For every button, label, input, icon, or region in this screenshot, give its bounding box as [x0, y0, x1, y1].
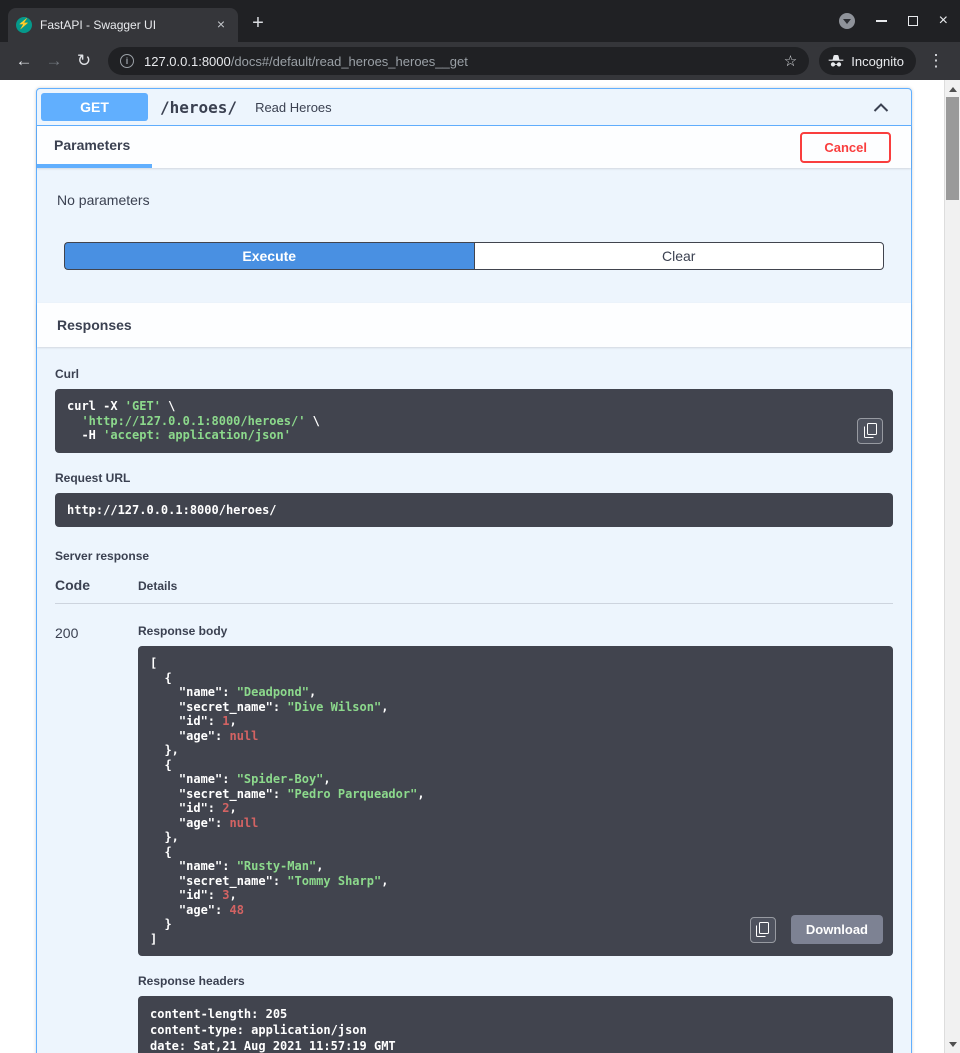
copy-response-body-icon[interactable] [750, 917, 776, 943]
browser-update-icon[interactable] [839, 13, 855, 29]
response-body-actions: Download [750, 915, 883, 944]
execute-wrapper: Execute Clear [37, 208, 911, 303]
bookmark-star-icon[interactable]: ☆ [784, 52, 797, 70]
site-info-icon[interactable]: i [120, 54, 134, 68]
tab-strip: ⚡ FastAPI - Swagger UI × + × [0, 0, 960, 42]
tab-title: FastAPI - Swagger UI [40, 18, 204, 32]
window-controls: × [839, 0, 948, 42]
server-response-table: Code Details 200 Response body [ { "name… [55, 577, 893, 1053]
reload-icon[interactable]: ↻ [70, 47, 98, 75]
response-headers-label: Response headers [138, 974, 893, 988]
incognito-icon [828, 54, 844, 68]
curl-wrap: curl -X 'GET' \ 'http://127.0.0.1:8000/h… [55, 389, 893, 453]
details-column-header: Details [138, 577, 177, 593]
operation-path: /heroes/ [160, 98, 237, 117]
response-headers-block: content-length: 205content-type: applica… [138, 996, 893, 1053]
curl-label: Curl [55, 367, 893, 381]
request-url-block: http://127.0.0.1:8000/heroes/ [55, 493, 893, 528]
cancel-button[interactable]: Cancel [800, 132, 891, 163]
request-url-label: Request URL [55, 471, 893, 485]
curl-command-block: curl -X 'GET' \ 'http://127.0.0.1:8000/h… [55, 389, 893, 453]
page: GET /heroes/ Read Heroes Parameters Canc… [0, 80, 960, 1053]
url-host: 127.0.0.1:8000 [144, 54, 231, 69]
back-icon[interactable]: ← [10, 47, 38, 75]
clear-button[interactable]: Clear [474, 242, 885, 270]
code-column-header: Code [55, 577, 138, 593]
execute-button[interactable]: Execute [64, 242, 474, 270]
operation-block-get-heroes: GET /heroes/ Read Heroes Parameters Canc… [36, 88, 912, 1053]
collapse-chevron-icon[interactable] [869, 96, 893, 119]
menu-icon[interactable]: ⋮ [922, 47, 950, 75]
responses-title: Responses [57, 317, 132, 333]
fastapi-favicon-icon: ⚡ [16, 17, 32, 33]
copy-curl-icon[interactable] [857, 418, 883, 444]
no-parameters-text: No parameters [37, 168, 911, 208]
operation-summary-text: Read Heroes [255, 100, 332, 115]
http-method-badge: GET [41, 93, 148, 121]
browser-tab[interactable]: ⚡ FastAPI - Swagger UI × [8, 8, 238, 42]
response-table-header: Code Details [55, 577, 893, 604]
response-row-200: 200 Response body [ { "name": "Deadpond"… [55, 624, 893, 1053]
parameters-header: Parameters Cancel [37, 126, 911, 168]
navigation-bar: ← → ↻ i 127.0.0.1:8000/docs#/default/rea… [0, 42, 960, 80]
maximize-icon[interactable] [908, 16, 918, 26]
response-body-label: Response body [138, 624, 893, 638]
response-body-wrap: [ { "name": "Deadpond", "secret_name": "… [138, 646, 893, 956]
incognito-badge: Incognito [819, 47, 916, 75]
forward-icon[interactable]: → [40, 47, 68, 75]
scrollbar-thumb[interactable] [946, 97, 959, 200]
responses-header: Responses [37, 303, 911, 347]
server-response-label: Server response [55, 549, 893, 563]
response-details: Response body [ { "name": "Deadpond", "s… [138, 624, 893, 1053]
responses-inner: Curl curl -X 'GET' \ 'http://127.0.0.1:8… [37, 347, 911, 1053]
response-body-block: [ { "name": "Deadpond", "secret_name": "… [138, 646, 893, 956]
request-url-value: http://127.0.0.1:8000/heroes/ [67, 503, 277, 517]
incognito-label: Incognito [851, 54, 904, 69]
status-code: 200 [55, 624, 138, 1053]
minimize-icon[interactable] [876, 20, 887, 22]
url-text: 127.0.0.1:8000/docs#/default/read_heroes… [144, 54, 776, 69]
window-close-icon[interactable]: × [939, 13, 948, 29]
download-button[interactable]: Download [791, 915, 883, 944]
vertical-scrollbar[interactable] [944, 80, 960, 1053]
operation-summary[interactable]: GET /heroes/ Read Heroes [37, 89, 911, 126]
url-path: /docs#/default/read_heroes_heroes__get [231, 54, 468, 69]
tab-close-icon[interactable]: × [212, 16, 230, 34]
address-bar[interactable]: i 127.0.0.1:8000/docs#/default/read_hero… [108, 47, 809, 75]
scroll-up-icon[interactable] [945, 82, 960, 96]
operation-body: Parameters Cancel No parameters Execute … [37, 126, 911, 1053]
parameters-title: Parameters [54, 137, 130, 153]
scroll-down-icon[interactable] [945, 1037, 960, 1051]
tab-parameters[interactable]: Parameters [37, 126, 152, 168]
new-tab-button[interactable]: + [244, 10, 272, 38]
